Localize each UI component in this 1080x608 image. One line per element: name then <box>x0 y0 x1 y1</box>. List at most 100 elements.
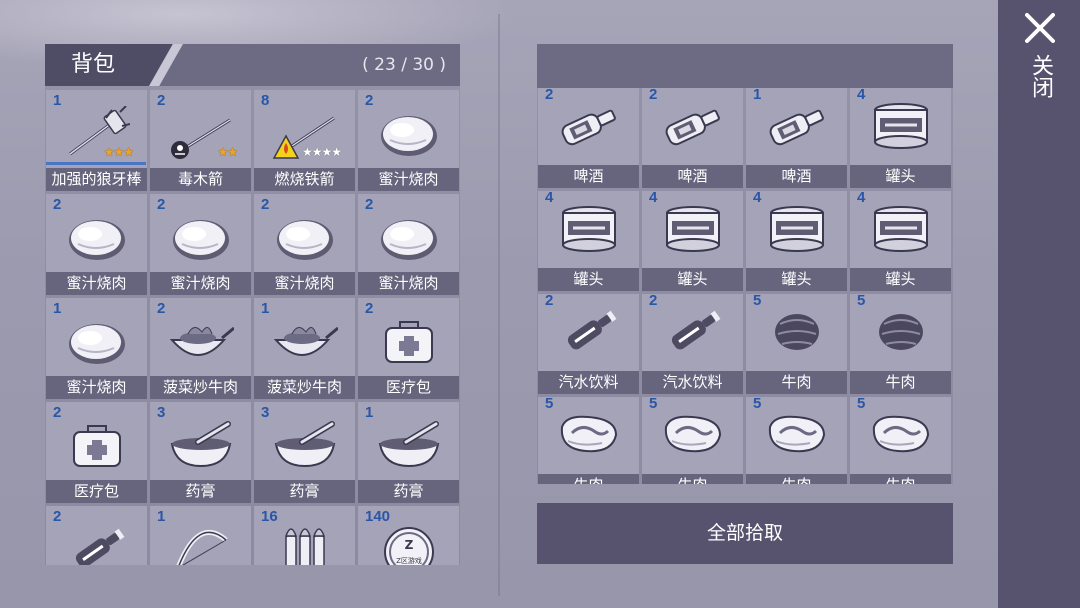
backpack-slot[interactable]: 16★★★★★ <box>254 506 355 565</box>
loot-slot[interactable]: 2 啤酒 <box>642 88 743 188</box>
loot-slot[interactable]: 4 罐头 <box>538 191 639 291</box>
backpack-slot[interactable]: 1★★★★ <box>150 506 251 565</box>
item-name: 罐头 <box>538 268 639 291</box>
item-stars: ★★★★ <box>301 145 342 159</box>
item-quantity: 2 <box>365 92 374 109</box>
loot-slot[interactable]: 2 啤酒 <box>538 88 639 188</box>
backpack-panel: 背包 ( 23 / 30 ) 1 ★★★ 加强的狼牙棒 2 ★★ 毒木箭 8 ★★★★ 燃烧铁箭… <box>45 44 460 565</box>
item-quantity: 4 <box>545 191 554 206</box>
item-name: 汽水饮料 <box>538 371 639 394</box>
backpack-slot[interactable]: 2 蜜汁烧肉 <box>358 90 459 191</box>
soda-bottle-icon <box>75 528 125 565</box>
item-quantity: 2 <box>157 196 166 213</box>
soda-bottle-icon <box>567 310 617 350</box>
backpack-slot[interactable]: 2 蜜汁烧肉 <box>254 194 355 295</box>
item-quantity: 2 <box>261 196 270 213</box>
backpack-header: 背包 ( 23 / 30 ) <box>45 44 460 86</box>
close-icon[interactable] <box>1022 10 1058 46</box>
item-quantity: 140 <box>365 508 391 525</box>
backpack-slot[interactable]: 2 蜜汁烧肉 <box>358 194 459 295</box>
backpack-slot[interactable]: 2 医疗包 <box>358 298 459 399</box>
item-quantity: 2 <box>545 294 554 309</box>
backpack-slot[interactable]: 1 ★★★ 加强的狼牙棒 <box>46 90 147 191</box>
item-quantity: 5 <box>857 294 866 309</box>
backpack-slot[interactable]: 3 药膏 <box>150 402 251 503</box>
item-quantity: 2 <box>649 88 658 103</box>
medkit-icon <box>73 425 121 467</box>
loot-panel: 2 啤酒 2 啤酒 1 啤酒 4 罐头 4 罐头 4 罐头 4 罐头 4 罐头 2 汽水饮料 2 汽水饮料 5 牛肉 5 牛肉… <box>537 44 953 484</box>
item-quantity: 3 <box>261 404 270 421</box>
loot-slot[interactable]: 1 啤酒 <box>746 88 847 188</box>
item-stars: ★★ <box>217 145 237 159</box>
loot-slot[interactable]: 5 牛肉 <box>850 397 951 484</box>
item-name: 牛肉 <box>850 474 951 484</box>
loot-slot[interactable]: 5 牛肉 <box>642 397 743 484</box>
loot-slot[interactable]: 2 汽水饮料 <box>642 294 743 394</box>
item-quantity: 5 <box>753 294 762 309</box>
medkit-icon <box>385 321 433 363</box>
soda-bottle-icon <box>671 310 721 350</box>
item-quantity: 3 <box>157 404 166 421</box>
item-quantity: 1 <box>365 404 374 421</box>
backpack-slot[interactable]: 1 蜜汁烧肉 <box>46 298 147 399</box>
wok-icon <box>169 326 234 356</box>
loot-grid: 2 啤酒 2 啤酒 1 啤酒 4 罐头 4 罐头 4 罐头 4 罐头 4 罐头 2 汽水饮料 2 汽水饮料 5 牛肉 5 牛肉… <box>538 88 951 484</box>
loot-slot[interactable]: 4 罐头 <box>850 88 951 188</box>
item-name: 罐头 <box>642 268 743 291</box>
item-quantity: 2 <box>53 404 62 421</box>
item-quantity: 2 <box>365 300 374 317</box>
item-quantity: 2 <box>365 196 374 213</box>
bullets-icon <box>284 528 326 565</box>
backpack-slot[interactable]: Z Z区游戏 140 <box>358 506 459 565</box>
backpack-slot[interactable]: 8 ★★★★ 燃烧铁箭 <box>254 90 355 191</box>
item-quantity: 5 <box>753 397 762 412</box>
item-name: 燃烧铁箭 <box>254 168 355 191</box>
close-button[interactable]: 关闭 <box>1027 54 1053 98</box>
backpack-slot[interactable]: 2 <box>46 506 147 565</box>
pickup-all-button[interactable]: 全部拾取 <box>537 503 953 564</box>
item-quantity: 4 <box>857 88 866 103</box>
item-quantity: 2 <box>545 88 554 103</box>
item-name: 啤酒 <box>538 165 639 188</box>
loot-slot[interactable]: 5 牛肉 <box>746 294 847 394</box>
backpack-slot[interactable]: 2 医疗包 <box>46 402 147 503</box>
item-name: 牛肉 <box>746 371 847 394</box>
backpack-slot[interactable]: 3 药膏 <box>254 402 355 503</box>
loot-slot[interactable]: 5 牛肉 <box>746 397 847 484</box>
loot-slot[interactable]: 5 牛肉 <box>850 294 951 394</box>
beer-bottle-icon <box>561 109 616 146</box>
backpack-slot[interactable]: 2 蜜汁烧肉 <box>46 194 147 295</box>
loot-slot[interactable]: 4 罐头 <box>850 191 951 291</box>
item-quantity: 1 <box>157 508 166 525</box>
item-name: 啤酒 <box>746 165 847 188</box>
loot-slot[interactable]: 4 罐头 <box>642 191 743 291</box>
beef-icon <box>775 314 819 350</box>
item-name: 药膏 <box>358 480 459 503</box>
loot-slot[interactable]: 4 罐头 <box>746 191 847 291</box>
backpack-slot[interactable]: 1 药膏 <box>358 402 459 503</box>
item-name: 蜜汁烧肉 <box>46 272 147 295</box>
item-name: 蜜汁烧肉 <box>254 272 355 295</box>
item-name: 牛肉 <box>850 371 951 394</box>
backpack-title: 背包 <box>71 52 116 77</box>
item-name: 药膏 <box>150 480 251 503</box>
item-quantity: 4 <box>753 191 762 206</box>
backpack-slot[interactable]: 2 蜜汁烧肉 <box>150 194 251 295</box>
coin-icon: Z Z区游戏 <box>384 527 434 565</box>
can-icon <box>874 103 928 149</box>
can-icon <box>874 206 928 252</box>
loot-slot[interactable]: 5 牛肉 <box>538 397 639 484</box>
item-name: 牛肉 <box>538 474 639 484</box>
item-quantity: 2 <box>53 508 62 525</box>
item-quantity: 5 <box>649 397 658 412</box>
loot-slot[interactable]: 2 汽水饮料 <box>538 294 639 394</box>
item-quantity: 8 <box>261 92 270 109</box>
beef-icon <box>879 314 923 350</box>
backpack-slot[interactable]: 1 菠菜炒牛肉 <box>254 298 355 399</box>
backpack-slot[interactable]: 2 ★★ 毒木箭 <box>150 90 251 191</box>
item-quantity: 4 <box>649 191 658 206</box>
backpack-slot[interactable]: 2 菠菜炒牛肉 <box>150 298 251 399</box>
item-quantity: 1 <box>261 300 270 317</box>
item-stars: ★★★ <box>103 145 134 159</box>
mortar-icon <box>378 421 440 468</box>
